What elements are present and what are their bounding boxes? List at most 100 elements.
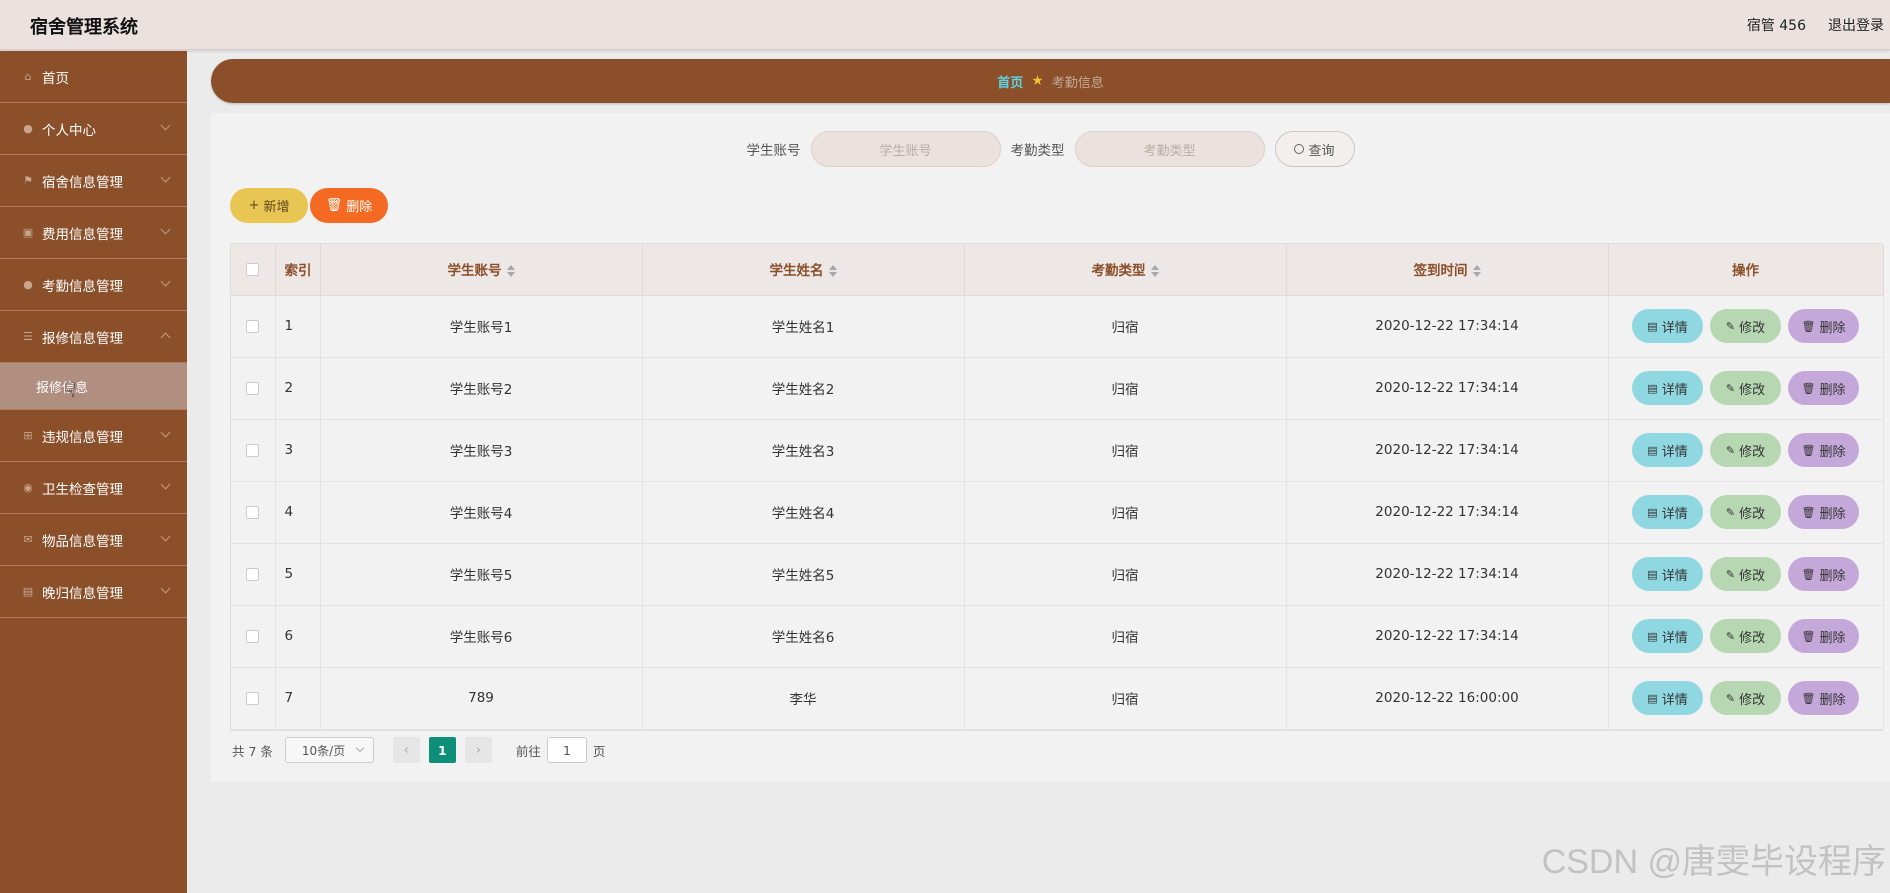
- edit-button[interactable]: ✎ 修改: [1710, 681, 1781, 715]
- account-search-input[interactable]: 学生账号: [810, 131, 1001, 167]
- trash-icon: 🗑: [1801, 505, 1816, 519]
- detail-button-label: 详情: [1661, 444, 1688, 460]
- breadcrumb-home[interactable]: 首页: [997, 72, 1023, 91]
- detail-button[interactable]: ▤ 详情: [1632, 619, 1703, 653]
- edit-button[interactable]: ✎ 修改: [1710, 371, 1781, 405]
- type-search-input[interactable]: 考勤类型: [1074, 131, 1265, 167]
- next-page-button[interactable]: ›: [464, 737, 492, 763]
- sort-icon[interactable]: [506, 265, 515, 278]
- detail-button[interactable]: ▤ 详情: [1632, 681, 1703, 715]
- cell-type: 归宿: [964, 357, 1287, 420]
- detail-button[interactable]: ▤ 详情: [1632, 309, 1703, 343]
- main-panel: 学生账号 学生账号 考勤类型 考勤类型 查询 + 新增 🗑 删除 索引 学生账号…: [211, 113, 1890, 782]
- edit-button[interactable]: ✎ 修改: [1710, 309, 1781, 343]
- col-header-type[interactable]: 考勤类型: [964, 244, 1287, 296]
- cell-type: 归宿: [964, 605, 1287, 668]
- sidebar-item-home[interactable]: ⌂ 首页: [0, 51, 187, 103]
- sidebar-subitem-repair-info[interactable]: 报修信息: [0, 363, 187, 410]
- row-checkbox[interactable]: [246, 629, 260, 643]
- cell-type: 归宿: [964, 481, 1287, 544]
- detail-button[interactable]: ▤ 详情: [1632, 495, 1703, 529]
- delete-button[interactable]: 🗑 删除: [1788, 495, 1859, 529]
- detail-button[interactable]: ▤ 详情: [1632, 371, 1703, 405]
- table-row: 2 学生账号2 学生姓名2 归宿 2020-12-22 17:34:14 ▤ 详情 ✎ 修改 🗑 删…: [231, 357, 1884, 420]
- page-size-select[interactable]: 10条/页: [284, 737, 374, 763]
- query-button[interactable]: 查询: [1274, 131, 1355, 167]
- plus-icon: +: [248, 198, 260, 213]
- row-select-cell: [231, 667, 276, 730]
- delete-button-label: 删除: [1819, 692, 1846, 708]
- trash-icon: 🗑: [1801, 691, 1816, 705]
- sidebar-item-fees[interactable]: ▣ 费用信息管理: [0, 207, 187, 259]
- row-checkbox[interactable]: [246, 319, 260, 333]
- row-select-cell: [231, 605, 276, 668]
- sidebar-item-items[interactable]: ✉ 物品信息管理: [0, 514, 187, 566]
- row-checkbox[interactable]: [246, 691, 260, 705]
- document-icon: ▤: [1647, 629, 1658, 643]
- chevron-down-icon: [160, 583, 171, 594]
- cell-index: 2: [275, 357, 321, 420]
- col-header-time[interactable]: 签到时间: [1286, 244, 1609, 296]
- delete-button[interactable]: 🗑 删除: [1788, 371, 1859, 405]
- edit-button[interactable]: ✎ 修改: [1710, 619, 1781, 653]
- page-number-current[interactable]: 1: [428, 737, 456, 763]
- detail-button-label: 详情: [1661, 382, 1688, 398]
- sidebar-item-attendance[interactable]: ● 考勤信息管理: [0, 259, 187, 311]
- pencil-icon: ✎: [1725, 629, 1736, 643]
- delete-button[interactable]: 🗑 删除: [1788, 619, 1859, 653]
- delete-button[interactable]: 🗑 删除: [1788, 681, 1859, 715]
- app-title: 宿舍管理系统: [30, 17, 138, 38]
- col-header-label: 考勤类型: [1091, 263, 1146, 280]
- row-checkbox[interactable]: [246, 381, 260, 395]
- sort-icon[interactable]: [1472, 265, 1481, 278]
- trash-icon: 🗑: [1801, 319, 1816, 333]
- sidebar-item-hygiene[interactable]: ◉ 卫生检查管理: [0, 462, 187, 514]
- logout-link[interactable]: 退出登录: [1828, 15, 1884, 35]
- col-header-label: 学生姓名: [769, 263, 824, 280]
- detail-button-label: 详情: [1661, 630, 1688, 646]
- row-checkbox[interactable]: [246, 443, 260, 457]
- add-button[interactable]: + 新增: [230, 188, 308, 223]
- sidebar-item-label: 报修信息管理: [42, 330, 123, 347]
- edit-button[interactable]: ✎ 修改: [1710, 557, 1781, 591]
- cell-account: 学生账号2: [320, 357, 643, 420]
- cell-actions: ▤ 详情 ✎ 修改 🗑 删除: [1608, 481, 1884, 544]
- cell-index: 4: [275, 481, 321, 544]
- cell-name: 学生姓名5: [642, 543, 965, 606]
- delete-button[interactable]: 🗑 删除: [1788, 309, 1859, 343]
- cell-name: 学生姓名6: [642, 605, 965, 668]
- row-actions: ▤ 详情 ✎ 修改 🗑 删除: [1609, 371, 1883, 405]
- sidebar-item-label: 首页: [42, 70, 69, 87]
- cell-index: 5: [275, 543, 321, 606]
- pencil-icon: ✎: [1725, 567, 1736, 581]
- sidebar-item-late-return[interactable]: ▤ 晚归信息管理: [0, 566, 187, 618]
- sort-icon[interactable]: [828, 265, 837, 278]
- delete-button[interactable]: 🗑 删除: [1788, 557, 1859, 591]
- prev-page-button[interactable]: ‹: [392, 737, 420, 763]
- edit-button[interactable]: ✎ 修改: [1710, 433, 1781, 467]
- flag-icon: ⚑: [23, 173, 33, 187]
- goto-page-input[interactable]: 1: [546, 737, 587, 763]
- col-header-account[interactable]: 学生账号: [320, 244, 643, 296]
- sidebar-item-profile[interactable]: ● 个人中心: [0, 103, 187, 155]
- mail-icon: ✉: [23, 532, 33, 546]
- edit-button[interactable]: ✎ 修改: [1710, 495, 1781, 529]
- detail-button[interactable]: ▤ 详情: [1632, 433, 1703, 467]
- user-icon: ●: [23, 121, 33, 135]
- detail-button[interactable]: ▤ 详情: [1632, 557, 1703, 591]
- sidebar-item-label: 物品信息管理: [42, 533, 123, 550]
- row-checkbox[interactable]: [246, 505, 260, 519]
- batch-delete-button[interactable]: 🗑 删除: [310, 188, 388, 223]
- col-header-name[interactable]: 学生姓名: [642, 244, 965, 296]
- detail-button-label: 详情: [1661, 568, 1688, 584]
- select-all-checkbox[interactable]: [246, 262, 260, 276]
- sidebar-item-violation[interactable]: ⊞ 违规信息管理: [0, 410, 187, 462]
- hand-cursor-icon: ☟: [64, 378, 77, 402]
- row-checkbox[interactable]: [246, 567, 260, 581]
- sort-icon[interactable]: [1150, 265, 1159, 278]
- sidebar-item-dorm[interactable]: ⚑ 宿舍信息管理: [0, 155, 187, 207]
- edit-button-label: 修改: [1739, 630, 1766, 646]
- cell-index: 3: [275, 419, 321, 482]
- sidebar-item-repair[interactable]: ☰ 报修信息管理: [0, 311, 187, 363]
- delete-button[interactable]: 🗑 删除: [1788, 433, 1859, 467]
